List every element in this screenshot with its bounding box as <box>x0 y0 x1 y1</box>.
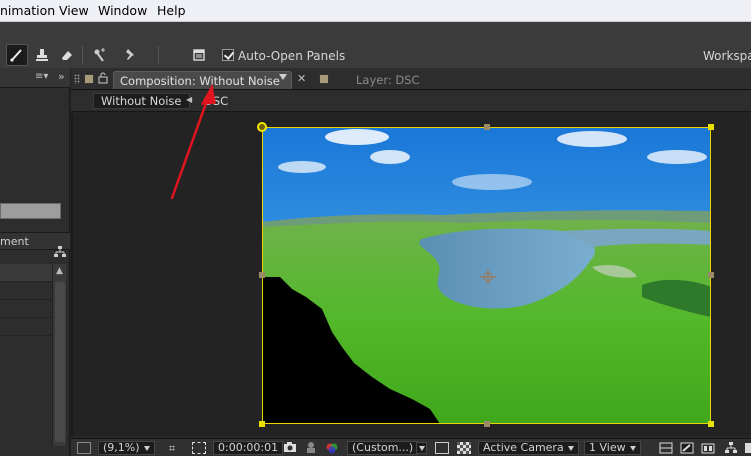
menu-bar: nimation View Window Help <box>0 0 751 22</box>
puppet-pin-icon <box>126 49 134 60</box>
brush-icon <box>10 49 22 62</box>
close-icon[interactable]: » <box>58 70 65 83</box>
camera-view-value: Active Camera <box>483 441 564 454</box>
project-search-field[interactable] <box>0 203 61 219</box>
resize-handle-right[interactable] <box>708 272 714 278</box>
clone-stamp-icon <box>36 49 48 61</box>
toolbar-divider <box>82 46 83 64</box>
show-snapshot-icon[interactable] <box>305 441 317 455</box>
composition-navigator: Without Noise ◀ DSC <box>71 90 751 112</box>
timeline-icon[interactable] <box>701 442 715 456</box>
composition-tabbar: Composition: Without Noise ✕ Layer: DSC <box>71 68 751 90</box>
resize-handle-bottom-left[interactable] <box>259 421 265 427</box>
close-icon[interactable]: ✕ <box>297 72 306 85</box>
fast-previews-icon[interactable] <box>680 442 694 456</box>
project-item-row[interactable] <box>0 318 52 336</box>
view-layout-dropdown[interactable]: 1 View <box>584 441 641 455</box>
composition-viewer-controls: (9,1%) ⌗ 0:00:00:01 (Custom...) Active C… <box>71 438 751 456</box>
tools-toolbar: Auto-Open Panels Workspac <box>0 22 751 68</box>
breadcrumb-arrow-icon: ◀ <box>186 95 193 104</box>
project-item-row[interactable] <box>0 264 52 282</box>
chevron-down-icon[interactable] <box>279 74 287 80</box>
layer-selection-bounds[interactable] <box>262 127 711 424</box>
eraser-icon <box>62 51 72 60</box>
column-header-label: ment <box>0 235 29 248</box>
project-item-row[interactable] <box>0 300 52 318</box>
panels-toggle-button[interactable] <box>188 44 210 66</box>
menu-window[interactable]: Window <box>98 3 147 18</box>
eraser-tool-button[interactable] <box>56 44 78 66</box>
resize-handle-left[interactable] <box>259 272 265 278</box>
flowchart-icon[interactable] <box>724 442 738 456</box>
camera-snapshot-icon[interactable] <box>283 441 297 455</box>
region-of-interest-icon[interactable] <box>435 442 449 454</box>
composition-color-swatch <box>84 74 94 84</box>
resize-handle-bottom-right[interactable] <box>708 421 714 427</box>
tab-layer-dsc[interactable]: Layer: DSC <box>356 73 420 87</box>
auto-open-panels-checkbox[interactable] <box>222 49 234 61</box>
workspace-label[interactable]: Workspac <box>703 49 751 63</box>
view-layout-value: 1 View <box>589 441 626 454</box>
resize-handle-top[interactable] <box>484 124 490 130</box>
menu-view[interactable]: View <box>59 3 89 18</box>
resize-handle-bottom[interactable] <box>484 421 490 427</box>
timecode-field[interactable]: 0:00:00:01 <box>213 441 284 455</box>
project-item-row[interactable] <box>0 282 52 300</box>
anchor-handle[interactable] <box>257 122 267 132</box>
breadcrumb-without-noise[interactable]: Without Noise <box>93 93 190 109</box>
scroll-up-arrow-icon[interactable]: ▲ <box>56 266 63 276</box>
toggle-pixel-aspect-icon[interactable] <box>659 442 673 456</box>
project-scrollbar[interactable]: ▲ <box>52 264 66 446</box>
color-channel-icon[interactable] <box>325 442 339 456</box>
exposure-icon[interactable] <box>745 442 751 456</box>
after-effects-window: nimation View Window Help Auto-Open Pane… <box>0 0 751 456</box>
panel-grip-icon[interactable] <box>74 74 80 84</box>
mask-visibility-icon[interactable] <box>192 442 206 454</box>
auto-open-panels-label[interactable]: Auto-Open Panels <box>238 49 345 63</box>
menu-help[interactable]: Help <box>157 3 186 18</box>
magnification-dropdown[interactable]: (9,1%) <box>98 441 155 455</box>
panel-menu-icon[interactable]: ≡▾ <box>35 71 48 82</box>
breadcrumb-dsc[interactable]: DSC <box>204 94 228 108</box>
composition-tab-label: Composition: Without Noise <box>120 74 280 88</box>
flowchart-icon[interactable] <box>54 246 66 261</box>
project-panel: ≡▾ » ment ▲ <box>0 68 70 456</box>
tab-composition-without-noise[interactable]: Composition: Without Noise <box>113 71 292 89</box>
chevron-down-icon[interactable] <box>416 442 427 454</box>
menu-animation[interactable]: nimation <box>0 3 55 18</box>
safe-zones-icon[interactable]: ⌗ <box>169 442 175 456</box>
resolution-dropdown[interactable]: (Custom...) <box>347 441 419 455</box>
roto-brush-tool-button[interactable] <box>89 44 111 66</box>
project-panel-tabbar: ≡▾ » <box>0 68 70 88</box>
panel-icon <box>193 49 205 61</box>
transparency-grid-icon[interactable] <box>457 442 471 454</box>
camera-view-dropdown[interactable]: Active Camera <box>478 441 579 455</box>
monitor-icon[interactable] <box>77 442 91 454</box>
puppet-pin-tool-button[interactable] <box>119 44 141 66</box>
toolbar-divider <box>158 46 159 64</box>
scroll-thumb[interactable] <box>55 282 65 442</box>
clone-stamp-tool-button[interactable] <box>31 44 53 66</box>
resize-handle-top-right[interactable] <box>708 124 714 130</box>
brush-tool-button[interactable] <box>6 44 28 66</box>
layer-color-swatch <box>319 74 329 84</box>
magnification-value: (9,1%) <box>103 441 140 454</box>
roto-brush-icon <box>94 48 105 62</box>
lock-icon[interactable] <box>98 72 108 87</box>
